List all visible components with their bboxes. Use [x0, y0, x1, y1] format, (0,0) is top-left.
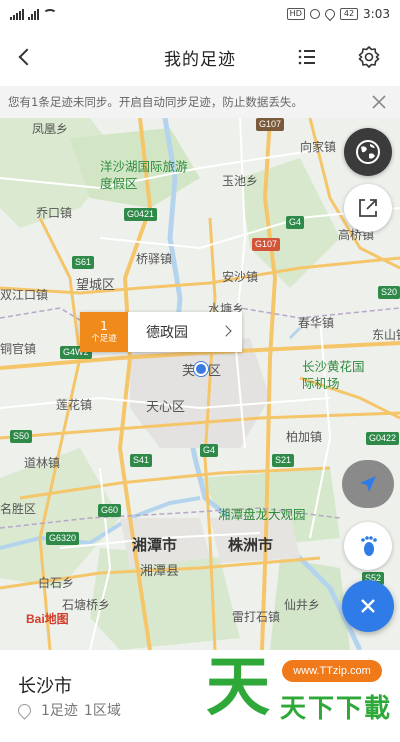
map-city-label: 株洲市 [228, 536, 274, 554]
footprint-popup[interactable]: 1 个足迹 德政园 [80, 312, 242, 352]
road-shield: G107 [252, 238, 281, 251]
close-fab-button[interactable] [342, 580, 394, 632]
map-place-label: 仙井乡 [284, 598, 321, 612]
watermark: 天 www.TTzip.com 天下下載 [200, 648, 400, 742]
share-button[interactable] [344, 184, 392, 232]
road-shield: S61 [72, 256, 95, 269]
status-left [10, 8, 57, 20]
road-shield: S21 [272, 454, 295, 467]
region-total: 1区域 [83, 703, 121, 719]
map-place-label: 白石乡 [38, 576, 75, 590]
road-shield: S41 [130, 454, 153, 467]
map-place-label: 双江口镇 [0, 288, 49, 302]
road-shield: G4 [200, 444, 219, 457]
hd-badge: HD [286, 8, 305, 20]
map-place-label: 春华镇 [298, 316, 335, 330]
map-poi-label: 长沙黄花国际机场 [302, 359, 365, 391]
map-place-label: 凤凰乡 [32, 122, 69, 136]
watermark-url: www.TTzip.com [282, 660, 382, 682]
map-poi-label: 湘潭盘龙大观园 [218, 507, 306, 522]
road-shield: G0422 [366, 432, 400, 445]
map-place-label: 东山镇 [372, 328, 400, 342]
location-icon [322, 6, 337, 22]
current-location-marker[interactable] [194, 362, 208, 376]
map-district-label: 天心区 [146, 400, 186, 415]
map-poi-label: 洋沙湖国际旅游度假区 [100, 159, 188, 191]
signal-icon-2 [28, 8, 39, 20]
footprint-icon [361, 536, 377, 556]
sync-notice-text: 您有1条足迹未同步。开启自动同步足迹，防止数据丢失。 [8, 95, 303, 109]
road-shield: G107 [256, 118, 285, 131]
list-icon [298, 49, 315, 65]
pin-icon [15, 700, 34, 720]
sync-close-button[interactable] [370, 93, 388, 111]
back-button[interactable] [12, 42, 42, 72]
map-attribution: Bai地图 [26, 612, 69, 626]
status-bar: HD 42 3:03 [0, 0, 400, 28]
map-place-label: 桥驿镇 [136, 252, 173, 266]
map-place-label: 玉池乡 [222, 174, 259, 188]
map-place-label: 向家镇 [300, 140, 337, 154]
battery-icon: 42 [339, 8, 359, 20]
wifi-icon [43, 9, 57, 19]
navigation-arrow-icon [360, 476, 376, 492]
road-shield: S50 [10, 430, 33, 443]
map-place-label: 名胜区 [0, 502, 37, 516]
city-title: 长沙市 [18, 676, 72, 697]
map-view[interactable]: 凤凰乡 向家镇 洋沙湖国际旅游度假区 玉池乡 乔口镇 桥驿镇 安沙镇 高桥镇 望… [0, 118, 400, 650]
watermark-name: 天下下載 [280, 694, 393, 724]
settings-button[interactable] [356, 44, 382, 70]
road-shield: G4 [286, 216, 305, 229]
road-shield: S20 [378, 286, 400, 299]
map-district-label: 望城区 [76, 278, 116, 293]
map-place-label: 乔口镇 [36, 206, 73, 220]
map-layer-button[interactable] [344, 128, 392, 176]
footprint-place: 德政园 [128, 312, 242, 352]
app-header: 我的足迹 [0, 28, 400, 86]
back-icon [18, 48, 36, 66]
map-place-label: 柏加镇 [286, 430, 323, 444]
signal-icon [10, 8, 24, 20]
footprint-total: 1足迹 [41, 703, 78, 719]
footprint-count-badge: 1 个足迹 [80, 312, 128, 352]
gear-icon [358, 46, 380, 68]
footprint-unit: 个足迹 [91, 334, 117, 344]
close-icon [372, 95, 386, 109]
alarm-icon [309, 9, 320, 19]
map-place-label: 莲花镇 [56, 398, 93, 412]
sync-notice[interactable]: 您有1条足迹未同步。开启自动同步足迹，防止数据丢失。 [0, 86, 400, 118]
road-shield: G6320 [46, 532, 80, 545]
map-city-label: 湘潭市 [132, 536, 178, 554]
status-time: 3:03 [363, 7, 390, 21]
globe-icon [356, 140, 380, 164]
share-icon [359, 199, 377, 217]
map-place-label: 安沙镇 [222, 270, 259, 284]
list-button[interactable] [294, 44, 320, 70]
map-district-label: 湘潭县 [140, 564, 180, 579]
footprint-stats: 1足迹 1区域 [15, 700, 121, 720]
footprint-count: 1 [100, 319, 108, 333]
footprint-place-name: 德政园 [146, 325, 188, 341]
close-icon [361, 599, 375, 613]
page-title: 我的足迹 [164, 49, 236, 70]
chevron-right-icon [220, 325, 232, 337]
map-place-label: 雷打石镇 [232, 610, 281, 624]
map-place-label: 石塘桥乡 [62, 598, 111, 612]
road-shield: G0421 [124, 208, 158, 221]
footprint-button[interactable] [344, 522, 392, 570]
map-place-label: 道林镇 [24, 456, 61, 470]
road-shield: G60 [98, 504, 122, 517]
locate-button[interactable] [342, 460, 394, 508]
watermark-logo: 天 [206, 650, 270, 725]
status-right: HD 42 3:03 [286, 6, 390, 22]
map-place-label: 铜官镇 [0, 342, 37, 356]
